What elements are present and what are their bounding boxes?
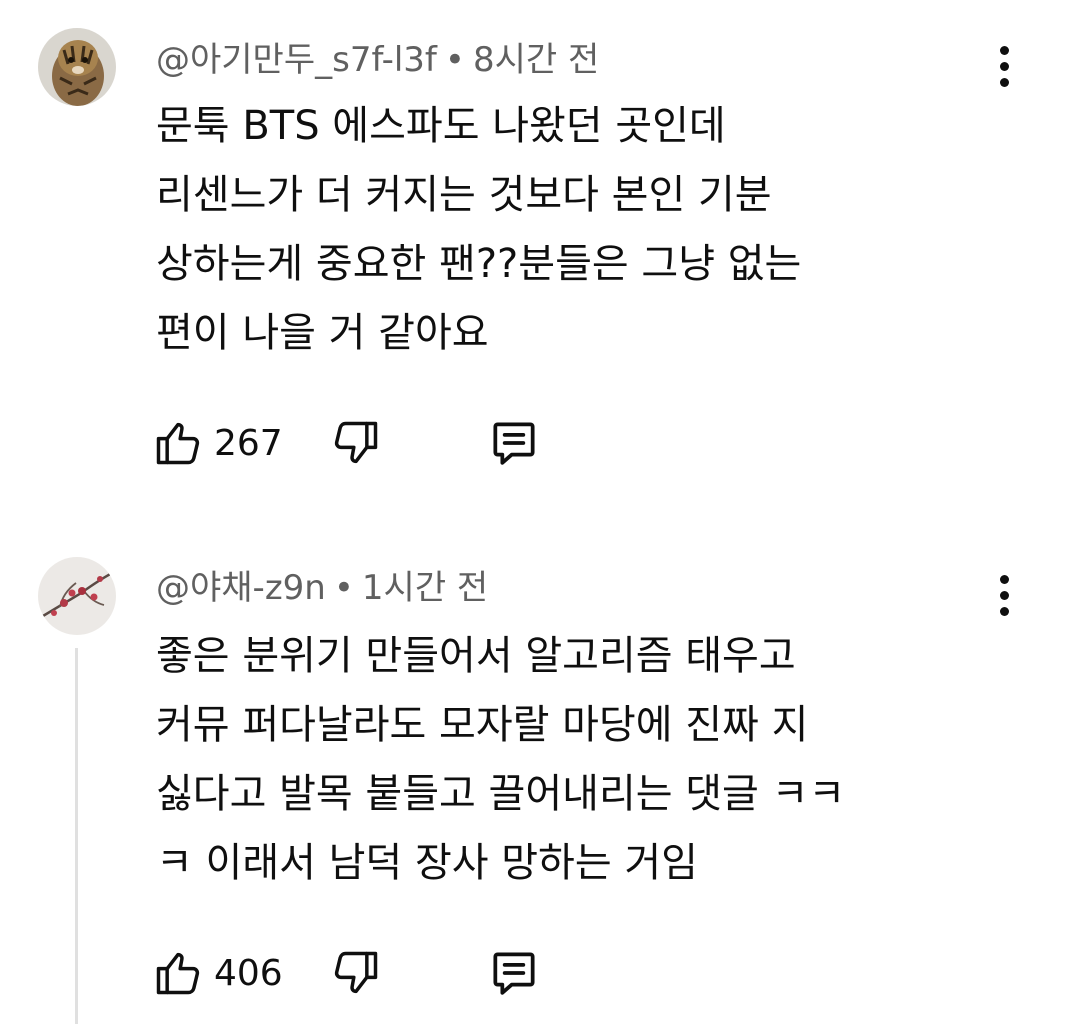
comment-meta: @아기만두_s7f-l3f • 8시간 전: [156, 38, 599, 82]
comment-line: 문툭 BTS 에스파도 나왔던 곳인데: [156, 103, 726, 149]
thumbs-down-icon: [334, 951, 378, 994]
more-dot: [999, 590, 1009, 600]
more-options-button[interactable]: [980, 36, 1028, 96]
more-dot: [999, 61, 1009, 71]
dislike-button[interactable]: [330, 947, 382, 999]
thumbs-up-icon: [156, 422, 200, 465]
like-count: 267: [214, 422, 283, 464]
comment-line: 상하는게 중요한 팬??분들은 그냥 없는: [156, 241, 802, 287]
comment-line: 커뮤 퍼다날라도 모자랄 마당에 진짜 지: [156, 702, 809, 748]
dislike-button[interactable]: [330, 417, 382, 469]
reply-icon: [493, 952, 535, 995]
comment-line: 리센느가 더 커지는 것보다 본인 기분: [156, 172, 772, 218]
thumbs-down-icon: [334, 421, 378, 464]
author-name[interactable]: @아기만두_s7f-l3f: [156, 40, 437, 80]
more-dot: [999, 77, 1009, 87]
comment-time: 1시간 전: [361, 568, 489, 608]
comment-actions: 267: [152, 413, 542, 473]
comment-line: ㅋ 이래서 남덕 장사 망하는 거임: [156, 840, 698, 886]
comment-line: 편이 나을 거 같아요: [156, 310, 489, 356]
like-count: 406: [214, 952, 283, 994]
like-button[interactable]: 267: [152, 417, 294, 469]
meta-separator: •: [444, 40, 465, 80]
comments-list: @아기만두_s7f-l3f • 8시간 전 문툭 BTS 에스파도 나왔던 곳인데 …: [0, 0, 1080, 1024]
comment-time: 8시간 전: [472, 40, 600, 80]
more-vertical-icon: [999, 574, 1009, 584]
reply-button[interactable]: [486, 945, 542, 1001]
comment-line: 좋은 분위기 만들어서 알고리즘 태우고: [156, 633, 796, 679]
more-vertical-icon: [999, 45, 1009, 55]
comment-text: 문툭 BTS 에스파도 나왔던 곳인데 리센느가 더 커지는 것보다 본인 기분…: [156, 92, 956, 368]
like-button[interactable]: 406: [152, 947, 294, 999]
reply-button[interactable]: [486, 415, 542, 471]
comment-line: 싫다고 발목 붙들고 끌어내리는 댓글 ㅋㅋ: [156, 771, 846, 817]
more-options-button[interactable]: [980, 565, 1028, 625]
comment-actions: 406: [152, 943, 542, 1003]
comment-text: 좋은 분위기 만들어서 알고리즘 태우고 커뮤 퍼다날라도 모자랄 마당에 진짜…: [156, 622, 956, 898]
more-dot: [999, 606, 1009, 616]
comment-meta: @야채-z9n • 1시간 전: [156, 566, 488, 610]
author-name[interactable]: @야채-z9n: [156, 568, 326, 608]
avatar[interactable]: [38, 557, 116, 635]
thread-line: [75, 648, 78, 1024]
avatar[interactable]: [38, 28, 116, 106]
reply-icon: [493, 422, 535, 465]
meta-separator: •: [333, 568, 354, 608]
thumbs-up-icon: [156, 952, 200, 995]
